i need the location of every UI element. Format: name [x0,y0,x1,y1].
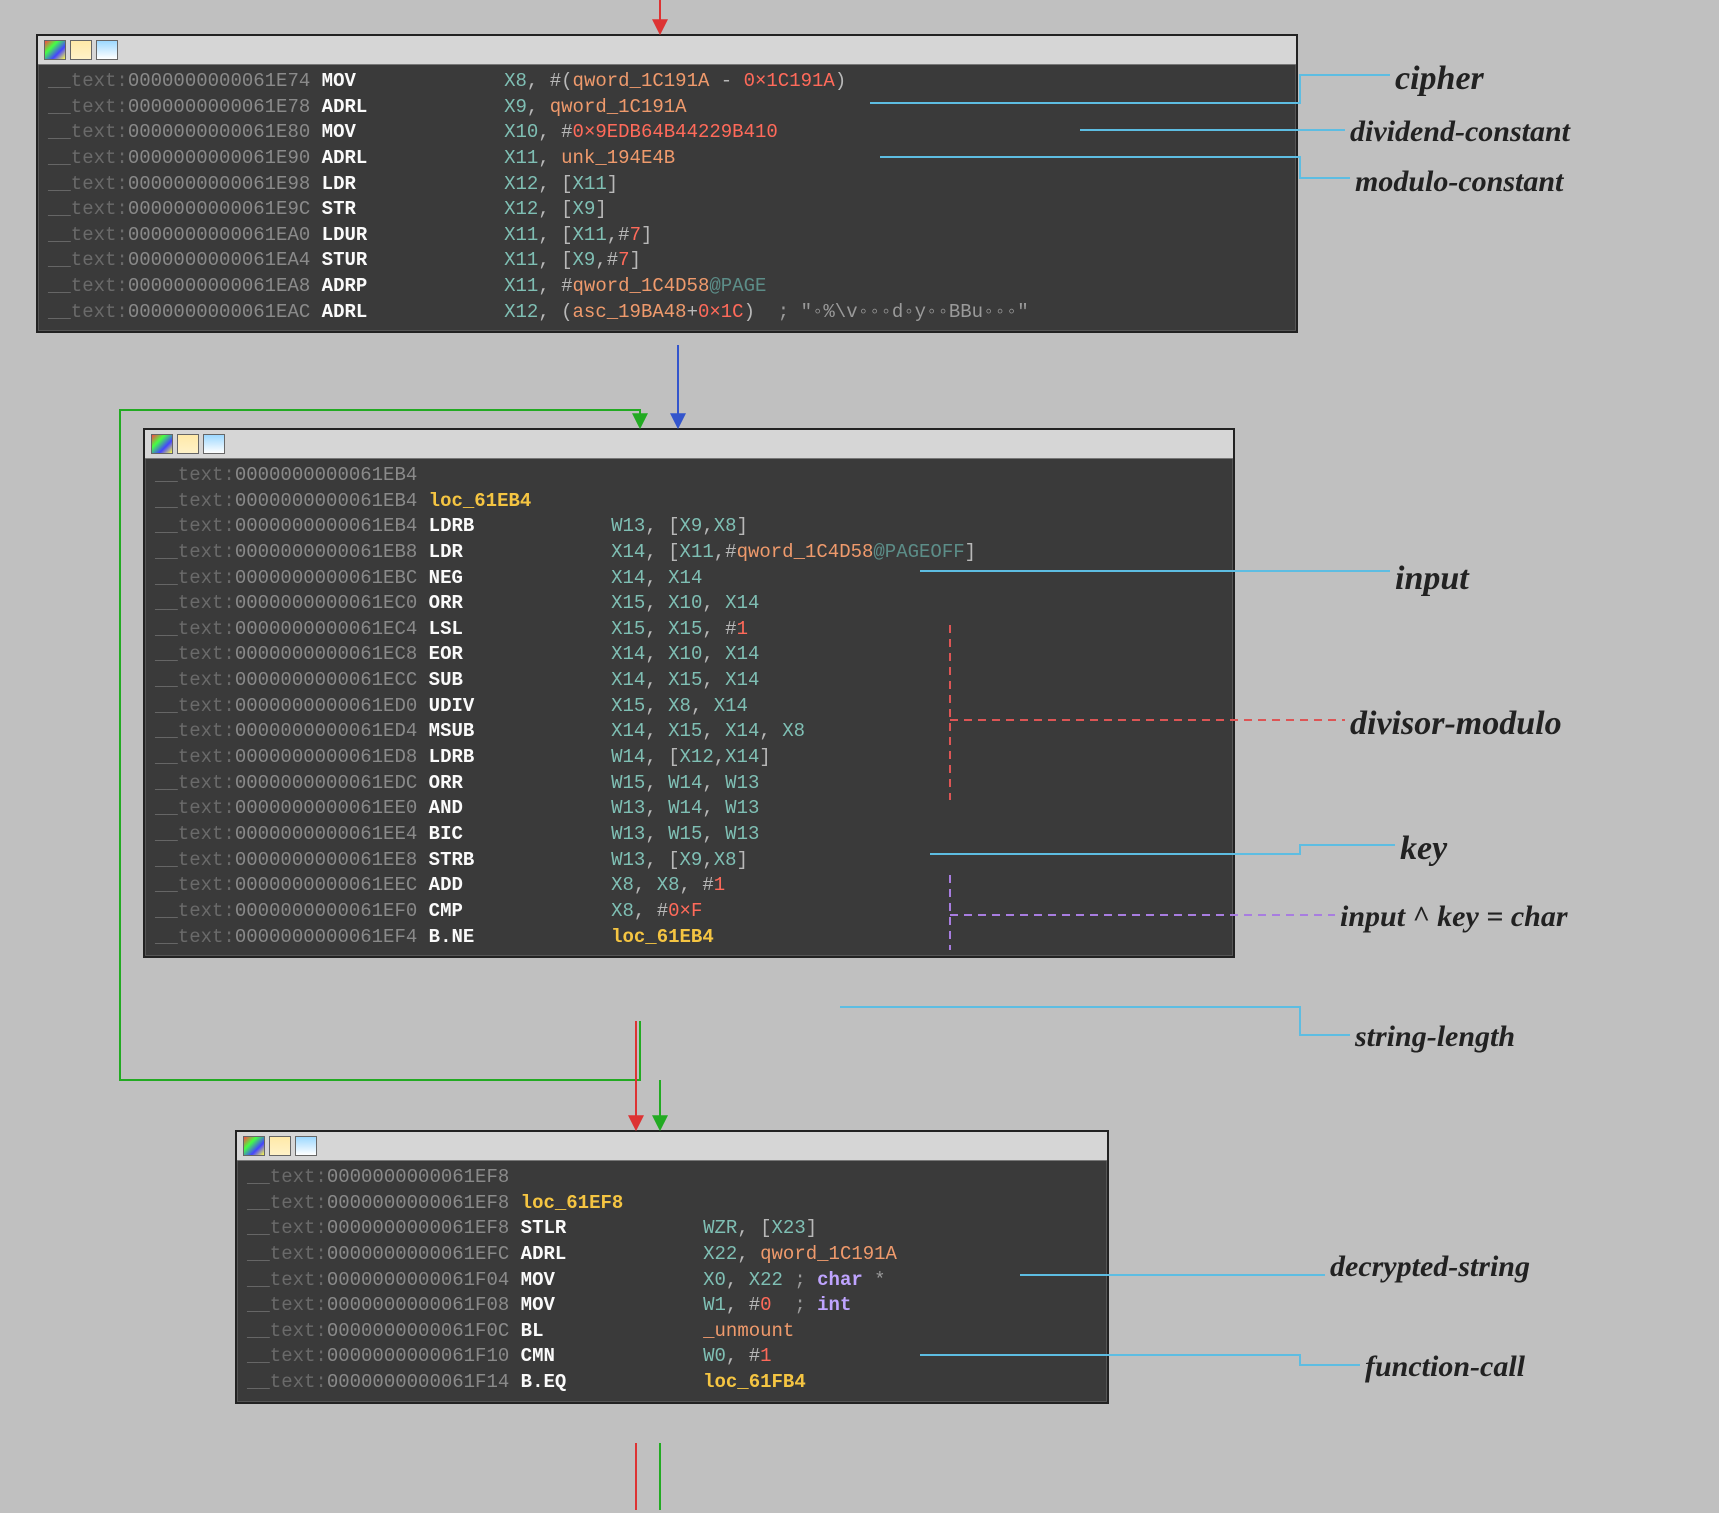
palette-icon[interactable] [44,40,66,60]
disasm-line: __text:0000000000061ED0 UDIV X15, X8, X1… [155,694,1223,720]
block-toolbar [38,36,1296,65]
disasm-line: __text:0000000000061EB8 LDR X14, [X11,#q… [155,540,1223,566]
disasm-body: __text:0000000000061E74 MOV X8, #(qword_… [38,65,1296,331]
edit-icon[interactable] [70,40,92,60]
block-toolbar [237,1132,1107,1161]
view-icon[interactable] [203,434,225,454]
disasm-line: __text:0000000000061EA0 LDUR X11, [X11,#… [48,223,1286,249]
edit-icon[interactable] [269,1136,291,1156]
disasm-line: __text:0000000000061F14 B.EQ loc_61FB4 [247,1370,1097,1396]
annotation-divisor-modulo: divisor-modulo [1350,705,1562,742]
disasm-line: __text:0000000000061EB4 loc_61EB4 [155,489,1223,515]
disasm-line: __text:0000000000061EF8 [247,1165,1097,1191]
annotation-function-call: function-call [1365,1350,1525,1383]
annotation-cipher: cipher [1395,60,1484,97]
basic-block-3[interactable]: __text:0000000000061EF8__text:0000000000… [235,1130,1109,1404]
disasm-line: __text:0000000000061EA8 ADRP X11, #qword… [48,274,1286,300]
disasm-line: __text:0000000000061F08 MOV W1, #0 ; int [247,1293,1097,1319]
annotation-string-length: string-length [1355,1020,1515,1053]
disasm-body: __text:0000000000061EB4__text:0000000000… [145,459,1233,956]
view-icon[interactable] [96,40,118,60]
basic-block-2[interactable]: __text:0000000000061EB4__text:0000000000… [143,428,1235,958]
annotation-modulo-constant: modulo-constant [1355,165,1563,198]
disasm-line: __text:0000000000061EF8 STLR WZR, [X23] [247,1216,1097,1242]
disasm-line: __text:0000000000061EC8 EOR X14, X10, X1… [155,642,1223,668]
disasm-line: __text:0000000000061ED8 LDRB W14, [X12,X… [155,745,1223,771]
disasm-line: __text:0000000000061EF0 CMP X8, #0×F [155,899,1223,925]
disasm-line: __text:0000000000061E98 LDR X12, [X11] [48,172,1286,198]
disasm-line: __text:0000000000061E9C STR X12, [X9] [48,197,1286,223]
disasm-line: __text:0000000000061EE8 STRB W13, [X9,X8… [155,848,1223,874]
disasm-line: __text:0000000000061E74 MOV X8, #(qword_… [48,69,1286,95]
disasm-line: __text:0000000000061ED4 MSUB X14, X15, X… [155,719,1223,745]
disasm-line: __text:0000000000061EE4 BIC W13, W15, W1… [155,822,1223,848]
graph-canvas[interactable]: __text:0000000000061E74 MOV X8, #(qword_… [0,0,1719,1513]
annotation-xor: input ^ key = char [1340,900,1568,933]
disasm-line: __text:0000000000061ECC SUB X14, X15, X1… [155,668,1223,694]
disasm-line: __text:0000000000061EB4 [155,463,1223,489]
palette-icon[interactable] [243,1136,265,1156]
disasm-line: __text:0000000000061EB4 LDRB W13, [X9,X8… [155,514,1223,540]
disasm-line: __text:0000000000061EDC ORR W15, W14, W1… [155,771,1223,797]
block-toolbar [145,430,1233,459]
annotation-input: input [1395,560,1469,597]
disasm-line: __text:0000000000061E80 MOV X10, #0×9EDB… [48,120,1286,146]
view-icon[interactable] [295,1136,317,1156]
disasm-line: __text:0000000000061F10 CMN W0, #1 [247,1344,1097,1370]
disasm-line: __text:0000000000061EEC ADD X8, X8, #1 [155,873,1223,899]
disasm-line: __text:0000000000061E78 ADRL X9, qword_1… [48,95,1286,121]
disasm-line: __text:0000000000061EC4 LSL X15, X15, #1 [155,617,1223,643]
basic-block-1[interactable]: __text:0000000000061E74 MOV X8, #(qword_… [36,34,1298,333]
disasm-line: __text:0000000000061F04 MOV X0, X22 ; ch… [247,1268,1097,1294]
disasm-line: __text:0000000000061EA4 STUR X11, [X9,#7… [48,248,1286,274]
disasm-line: __text:0000000000061EE0 AND W13, W14, W1… [155,796,1223,822]
disasm-body: __text:0000000000061EF8__text:0000000000… [237,1161,1107,1402]
disasm-line: __text:0000000000061E90 ADRL X11, unk_19… [48,146,1286,172]
disasm-line: __text:0000000000061EF4 B.NE loc_61EB4 [155,925,1223,951]
annotation-key: key [1400,830,1447,867]
edit-icon[interactable] [177,434,199,454]
annotation-dividend-constant: dividend-constant [1350,115,1570,148]
palette-icon[interactable] [151,434,173,454]
disasm-line: __text:0000000000061EFC ADRL X22, qword_… [247,1242,1097,1268]
disasm-line: __text:0000000000061F0C BL _unmount [247,1319,1097,1345]
annotation-decrypted-string: decrypted-string [1330,1250,1530,1283]
disasm-line: __text:0000000000061EF8 loc_61EF8 [247,1191,1097,1217]
disasm-line: __text:0000000000061EBC NEG X14, X14 [155,566,1223,592]
disasm-line: __text:0000000000061EC0 ORR X15, X10, X1… [155,591,1223,617]
disasm-line: __text:0000000000061EAC ADRL X12, (asc_1… [48,300,1286,326]
